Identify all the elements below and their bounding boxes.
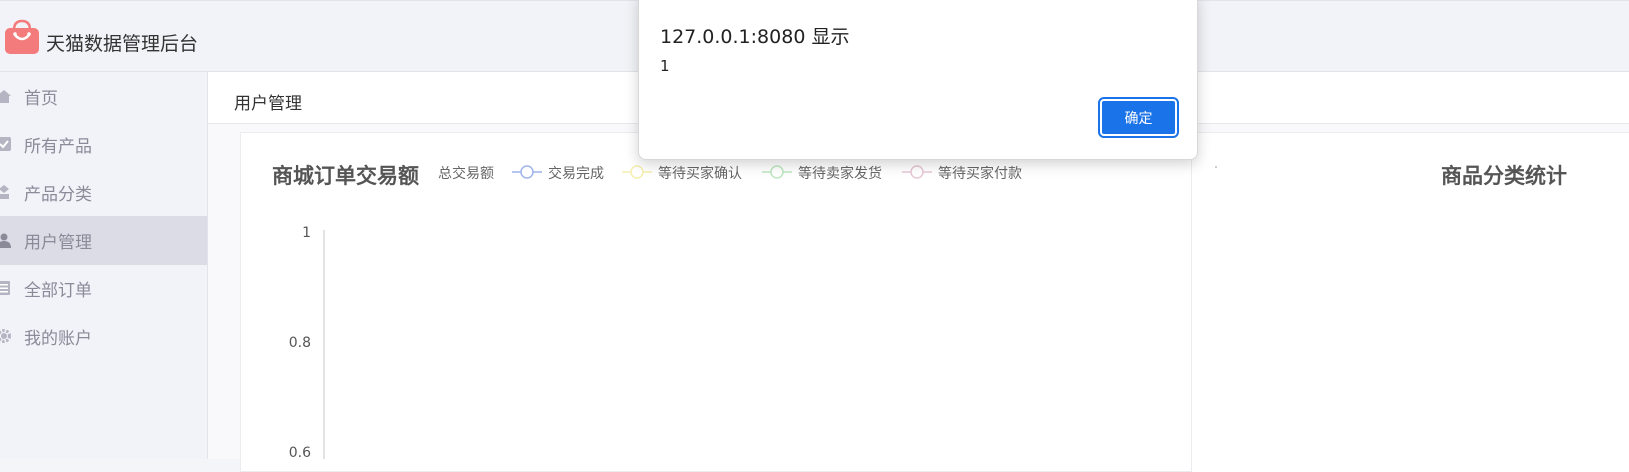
- y-tick-label: 0.8: [289, 335, 311, 351]
- chart-placeholder-dot: [1215, 166, 1217, 168]
- y-tick-label: 1: [302, 225, 311, 241]
- alert-dialog: 127.0.0.1:8080 显示 1 确定: [638, 0, 1198, 160]
- category-stats-title: 商品分类统计: [1441, 164, 1567, 188]
- dialog-message: 1: [660, 57, 670, 75]
- ok-button[interactable]: 确定: [1098, 97, 1179, 138]
- dialog-title: 127.0.0.1:8080 显示: [660, 26, 850, 48]
- y-tick-label: 0.6: [289, 445, 311, 459]
